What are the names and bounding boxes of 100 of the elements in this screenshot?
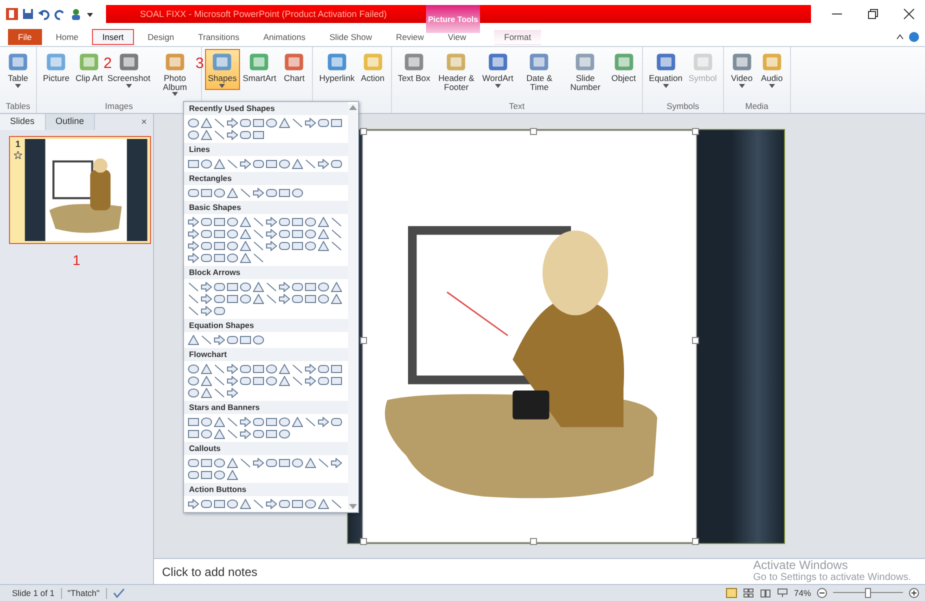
- selection-handle[interactable]: [360, 336, 367, 344]
- shape-icon[interactable]: [240, 118, 251, 128]
- shape-icon[interactable]: [266, 159, 277, 169]
- shape-icon[interactable]: [292, 376, 303, 386]
- shape-icon[interactable]: [214, 306, 225, 316]
- shape-icon[interactable]: [188, 130, 199, 140]
- ribbon-button[interactable]: Chart: [279, 49, 310, 84]
- shape-icon[interactable]: [331, 282, 342, 292]
- shape-icon[interactable]: [227, 417, 238, 427]
- ribbon-button[interactable]: Hyperlink: [316, 49, 358, 84]
- shape-icon[interactable]: [227, 282, 238, 292]
- shape-icon[interactable]: [331, 417, 342, 427]
- shape-icon[interactable]: [227, 217, 238, 227]
- shape-icon[interactable]: [331, 159, 342, 169]
- shape-icon[interactable]: [214, 294, 225, 304]
- shape-icon[interactable]: [201, 470, 212, 480]
- shape-icon[interactable]: [227, 429, 238, 439]
- shape-icon[interactable]: [188, 376, 199, 386]
- reading-view-icon[interactable]: [760, 588, 771, 598]
- shape-icon[interactable]: [188, 253, 199, 263]
- shape-icon[interactable]: [201, 458, 212, 468]
- shape-icon[interactable]: [214, 282, 225, 292]
- shape-icon[interactable]: [201, 335, 212, 345]
- shape-icon[interactable]: [331, 217, 342, 227]
- shape-icon[interactable]: [201, 429, 212, 439]
- shape-icon[interactable]: [305, 241, 316, 251]
- shape-icon[interactable]: [201, 388, 212, 398]
- shape-icon[interactable]: [253, 217, 264, 227]
- shape-icon[interactable]: [227, 159, 238, 169]
- shape-icon[interactable]: [227, 253, 238, 263]
- shape-icon[interactable]: [318, 417, 329, 427]
- shape-icon[interactable]: [201, 376, 212, 386]
- shape-icon[interactable]: [201, 364, 212, 374]
- shape-icon[interactable]: [292, 229, 303, 239]
- shape-icon[interactable]: [201, 217, 212, 227]
- shape-icon[interactable]: [292, 499, 303, 509]
- ribbon-tab[interactable]: Design: [138, 29, 184, 45]
- shape-icon[interactable]: [201, 229, 212, 239]
- shape-icon[interactable]: [318, 499, 329, 509]
- zoom-percentage[interactable]: 74%: [794, 588, 811, 598]
- shape-icon[interactable]: [253, 458, 264, 468]
- shape-icon[interactable]: [331, 229, 342, 239]
- shape-icon[interactable]: [214, 188, 225, 198]
- shape-icon[interactable]: [240, 458, 251, 468]
- shape-icon[interactable]: [279, 417, 290, 427]
- zoom-in-icon[interactable]: [909, 588, 919, 598]
- shape-icon[interactable]: [253, 335, 264, 345]
- shape-icon[interactable]: [201, 306, 212, 316]
- shape-icon[interactable]: [188, 188, 199, 198]
- help-icon[interactable]: [909, 32, 919, 42]
- slide-thumbnail-row[interactable]: 1: [9, 136, 151, 244]
- collapse-ribbon-icon[interactable]: [895, 32, 905, 42]
- ribbon-tab[interactable]: Format: [494, 29, 542, 45]
- shape-icon[interactable]: [188, 335, 199, 345]
- shape-icon[interactable]: [305, 364, 316, 374]
- undo-icon[interactable]: [38, 8, 50, 20]
- ribbon-tab[interactable]: Insert: [92, 29, 134, 45]
- shape-icon[interactable]: [201, 159, 212, 169]
- shape-icon[interactable]: [266, 294, 277, 304]
- shape-icon[interactable]: [227, 241, 238, 251]
- shape-icon[interactable]: [253, 253, 264, 263]
- shape-icon[interactable]: [188, 294, 199, 304]
- shape-icon[interactable]: [188, 417, 199, 427]
- shape-icon[interactable]: [279, 282, 290, 292]
- shape-icon[interactable]: [318, 364, 329, 374]
- shape-icon[interactable]: [305, 159, 316, 169]
- shape-icon[interactable]: [266, 118, 277, 128]
- shape-icon[interactable]: [227, 458, 238, 468]
- shape-icon[interactable]: [318, 217, 329, 227]
- ribbon-button[interactable]: Video: [726, 49, 757, 90]
- shape-icon[interactable]: [188, 429, 199, 439]
- shape-icon[interactable]: [214, 429, 225, 439]
- shape-icon[interactable]: [240, 159, 251, 169]
- selection-handle[interactable]: [360, 538, 367, 545]
- selection-handle[interactable]: [360, 128, 367, 135]
- shape-icon[interactable]: [266, 241, 277, 251]
- shape-icon[interactable]: [227, 470, 238, 480]
- shape-icon[interactable]: [227, 130, 238, 140]
- shape-icon[interactable]: [318, 282, 329, 292]
- shape-icon[interactable]: [292, 294, 303, 304]
- shape-icon[interactable]: [279, 376, 290, 386]
- shape-icon[interactable]: [214, 217, 225, 227]
- zoom-out-icon[interactable]: [817, 588, 827, 598]
- shape-icon[interactable]: [253, 417, 264, 427]
- shape-icon[interactable]: [214, 241, 225, 251]
- shape-icon[interactable]: [188, 118, 199, 128]
- shape-icon[interactable]: [188, 306, 199, 316]
- shape-icon[interactable]: [227, 294, 238, 304]
- shape-icon[interactable]: [240, 417, 251, 427]
- shape-icon[interactable]: [279, 118, 290, 128]
- shape-icon[interactable]: [214, 499, 225, 509]
- shape-icon[interactable]: [253, 282, 264, 292]
- shape-icon[interactable]: [292, 458, 303, 468]
- scroll-up-icon[interactable]: [348, 104, 356, 110]
- shape-icon[interactable]: [266, 364, 277, 374]
- shape-icon[interactable]: [188, 388, 199, 398]
- shape-icon[interactable]: [266, 376, 277, 386]
- shape-icon[interactable]: [201, 253, 212, 263]
- restore-icon[interactable]: [867, 8, 879, 20]
- shape-icon[interactable]: [240, 364, 251, 374]
